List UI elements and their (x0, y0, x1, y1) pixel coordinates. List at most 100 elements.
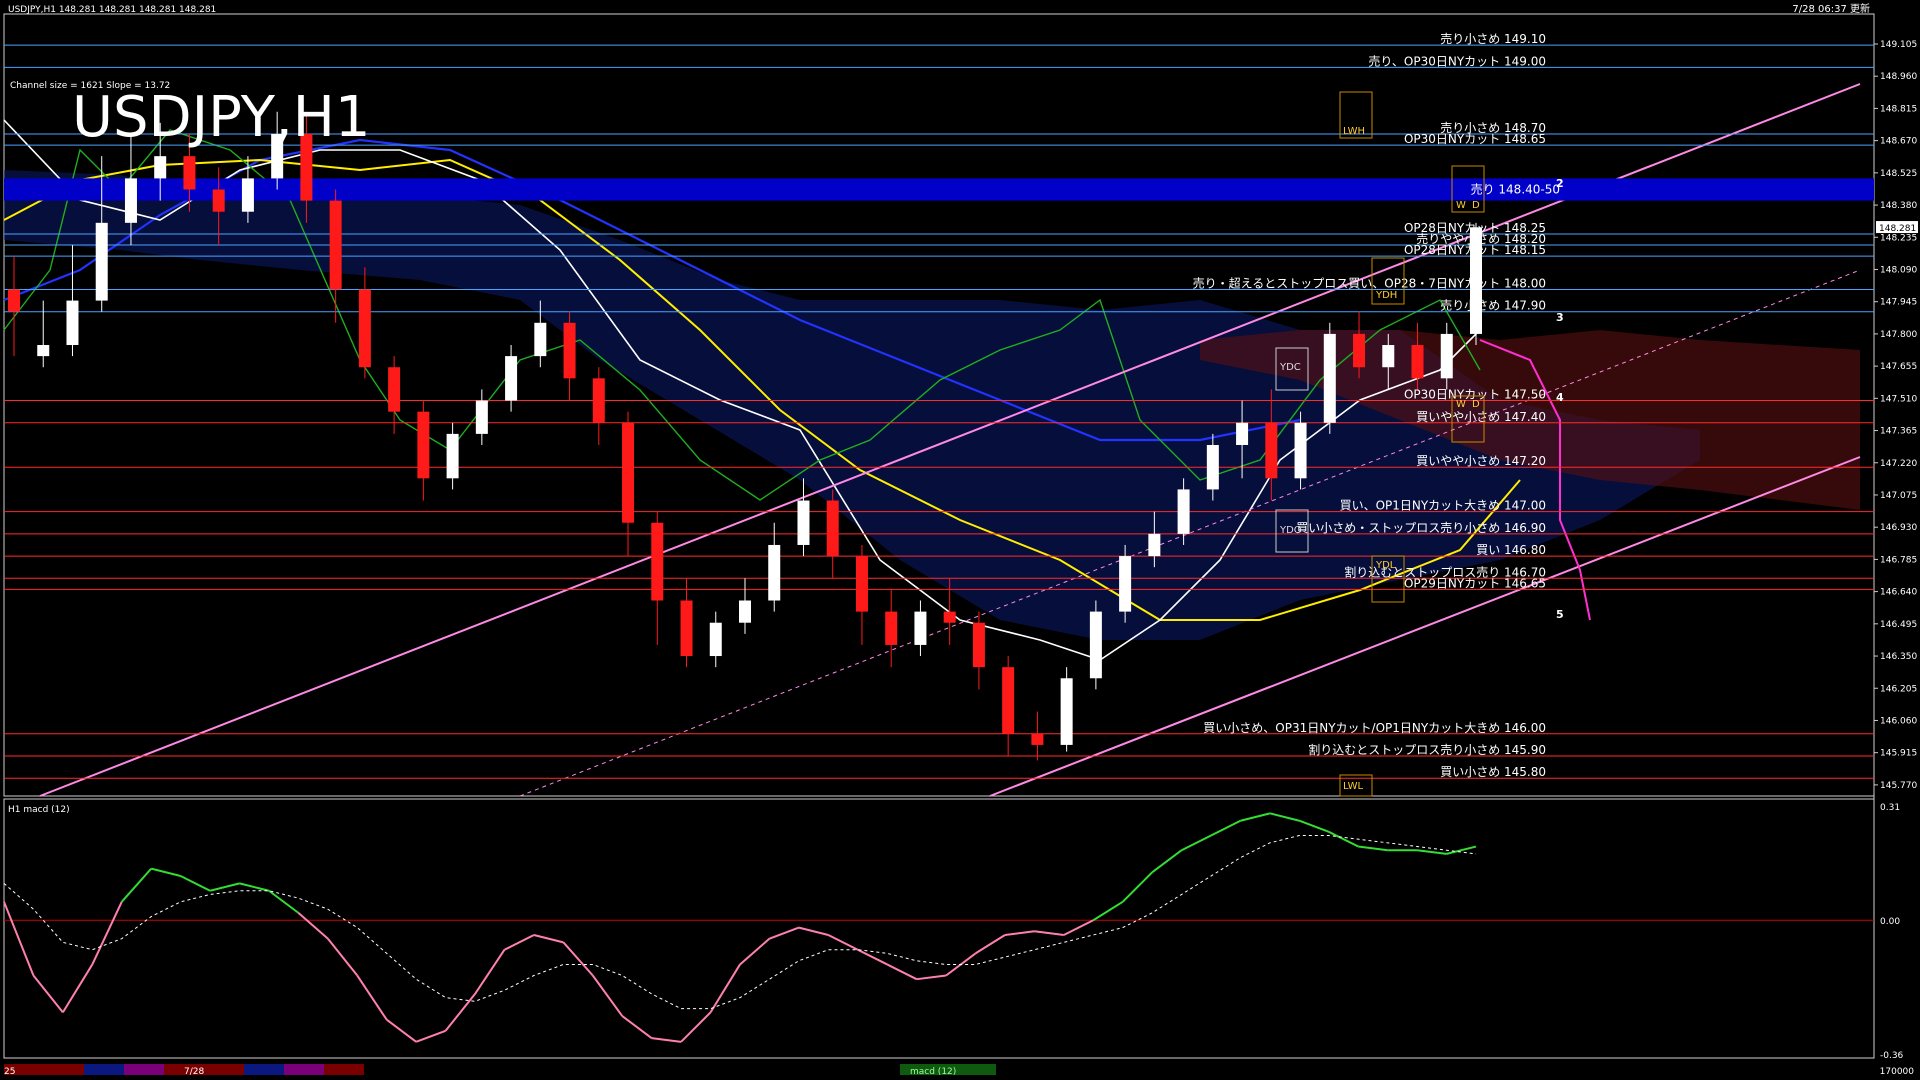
price-tick-label: 148.235 (1880, 233, 1917, 243)
candle-body (1119, 556, 1132, 612)
footer-bar: 25 7/28 macd (12) 170000 (0, 1060, 1920, 1080)
price-level-label: 売り、OP30日NYカット 149.00 (1368, 53, 1546, 68)
footer-swatch-1 (4, 1064, 84, 1075)
big-title: USDJPY,H1 (72, 85, 370, 150)
price-tick-label: 148.380 (1880, 201, 1917, 211)
box-label-d-bottom: D (1472, 399, 1480, 410)
footer-swatch-6 (284, 1064, 324, 1075)
candle-body (37, 345, 50, 357)
macd-title: H1 macd (12) (8, 805, 70, 815)
footer-swatch-7 (324, 1064, 364, 1075)
candle-body (417, 411, 430, 479)
candle-body (855, 556, 868, 612)
candle-body (1382, 345, 1395, 368)
candle-body (592, 378, 605, 423)
price-tick-label: 149.105 (1880, 40, 1917, 50)
candle-body (1323, 333, 1336, 423)
timestamp: 7/28 06:37 更新 (1792, 2, 1870, 15)
price-axis: 149.105 148.960 148.815 148.670 148.525 148.3… (1874, 40, 1918, 791)
candle-body (709, 622, 722, 657)
candle-body (66, 300, 79, 346)
candle-body (1177, 489, 1190, 534)
macd-panel-frame (3, 798, 1875, 1059)
candle-body (95, 222, 108, 301)
current-price-label: 148.281 (1879, 224, 1916, 234)
candle-body (388, 367, 401, 412)
price-tick-label: 146.060 (1880, 716, 1917, 726)
price-level-label: 買い小さめ・ストップロス売り小さめ 146.90 (1296, 520, 1546, 535)
chart-canvas: 売り 148.40-50 売り小さめ 149.10 売り、OP30日NYカット 1… (0, 2, 1920, 1080)
price-tick-label: 147.510 (1880, 394, 1917, 404)
candle-body (680, 600, 693, 657)
candle-body (1002, 667, 1015, 734)
price-tick-label: 148.670 (1880, 137, 1917, 147)
candle-body (1148, 533, 1161, 557)
candle-body (768, 544, 781, 601)
macd-tick-label: -0.36 (1880, 1051, 1904, 1061)
macd-tick-label: 0.00 (1880, 917, 1900, 927)
price-tick-label: 148.815 (1880, 104, 1917, 114)
price-tick-label: 146.350 (1880, 652, 1917, 662)
candle-body (358, 289, 371, 368)
candle-body (475, 400, 488, 434)
box-label-ydc: YDC (1279, 362, 1301, 373)
candle-body (1089, 611, 1102, 679)
price-level-label: OP30日NYカット 148.65 (1404, 132, 1546, 146)
price-tick-label: 146.785 (1880, 555, 1917, 565)
price-level-label: 売り小さめ 149.10 (1440, 31, 1546, 46)
channel-number-3: 3 (1556, 311, 1564, 324)
price-level-label: 買いやや小さめ 147.40 (1416, 410, 1546, 424)
footer-swatch-2 (84, 1064, 124, 1075)
price-level-label: 割り込むとストップロス売り小さめ 145.90 (1308, 742, 1546, 757)
candle-body (622, 422, 635, 523)
candle-body (1411, 345, 1424, 379)
footer-swatch-3 (124, 1064, 164, 1075)
price-level-label: 売り・超えるとストップロス買い、OP28・7日NYカット 148.00 (1193, 275, 1546, 290)
candle-body (972, 622, 985, 668)
resistance-zone-band (4, 178, 1874, 201)
candle-body (1031, 733, 1044, 745)
price-level-label: 買い小さめ、OP31日NYカット/OP1日NYカット大きめ 146.00 (1203, 721, 1546, 735)
price-level-label: 売り小さめ 147.90 (1440, 298, 1546, 313)
price-tick-label: 147.800 (1880, 330, 1917, 340)
candle-body (241, 178, 254, 212)
price-tick-label: 146.640 (1880, 588, 1917, 598)
price-tick-label: 147.945 (1880, 298, 1917, 308)
candle-body (1353, 333, 1366, 368)
candle-body (1206, 444, 1219, 490)
box-label-ydh: YDH (1375, 290, 1397, 301)
candle-body (329, 200, 342, 290)
box-label-d-top: D (1472, 200, 1480, 211)
footer-right-label: 170000 (1880, 1067, 1915, 1077)
macd-tab-label[interactable]: macd (12) (910, 1067, 956, 1077)
box-label-w-bottom: W (1456, 399, 1466, 410)
price-tick-label: 145.915 (1880, 749, 1917, 759)
candle-body (446, 433, 459, 479)
price-level-label: 買い 146.80 (1476, 543, 1546, 557)
candle-body (563, 322, 576, 379)
price-tick-label: 148.525 (1880, 169, 1917, 179)
price-tick-label: 146.205 (1880, 684, 1917, 694)
candle-body (914, 611, 927, 645)
price-level-label: 買い小さめ 145.80 (1440, 765, 1546, 779)
candle-body (154, 156, 167, 179)
price-level-label: 買い、OP1日NYカット大きめ 147.00 (1340, 499, 1546, 513)
candle-body (1440, 333, 1453, 379)
footer-date: 7/28 (184, 1067, 204, 1077)
channel-number-5: 5 (1556, 608, 1564, 621)
candle-body (739, 600, 751, 623)
price-tick-label: 147.075 (1880, 491, 1917, 501)
candle-body (826, 500, 839, 557)
price-level-label: OP29日NYカット 146.65 (1404, 576, 1546, 590)
price-level-label: 買いやや小さめ 147.20 (1416, 454, 1546, 468)
price-tick-label: 147.220 (1880, 459, 1917, 469)
candle-body (651, 522, 664, 601)
footer-swatch-5 (244, 1064, 284, 1075)
box-label-ydo: YDO (1279, 525, 1302, 536)
candle-body (885, 611, 898, 645)
box-label-lwl: LWL (1343, 781, 1364, 792)
price-tick-label: 147.365 (1880, 427, 1917, 437)
candle-body (534, 322, 547, 357)
candle-body (1060, 678, 1073, 745)
candle-body (1236, 422, 1249, 445)
